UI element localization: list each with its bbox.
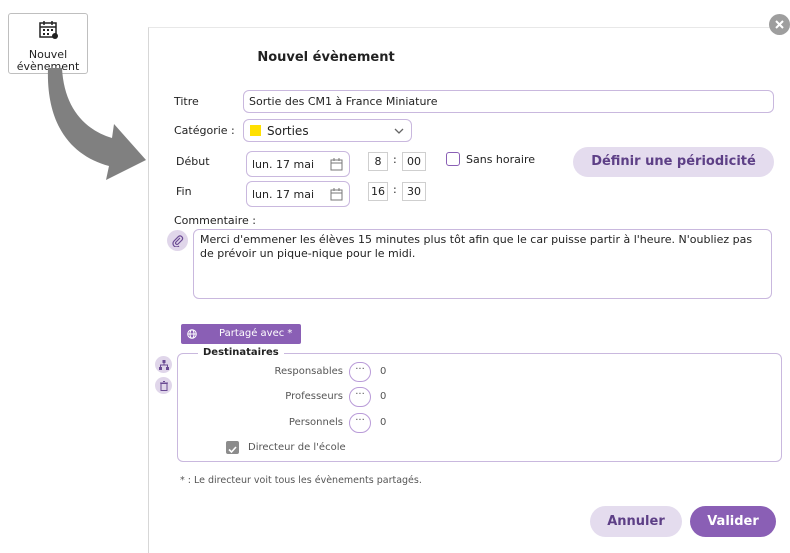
shared-with-button[interactable]: Partagé avec * (181, 324, 301, 344)
chevron-down-icon (394, 128, 404, 134)
responsables-count: 0 (380, 366, 387, 377)
dialog-title: Nouvel évènement (257, 50, 395, 65)
close-icon (775, 20, 784, 29)
recipients-legend: Destinataires (198, 347, 284, 358)
paperclip-icon (171, 234, 183, 247)
personnels-label: Personnels (288, 417, 343, 428)
end-time-separator: : (393, 183, 397, 196)
end-minute-input[interactable]: 30 (402, 182, 426, 201)
cancel-button[interactable]: Annuler (590, 506, 682, 537)
no-time-label: Sans horaire (466, 153, 535, 166)
personnels-select-button[interactable]: ··· (349, 413, 371, 433)
delete-recipients-button[interactable] (155, 377, 172, 394)
title-label: Titre (174, 95, 199, 108)
start-hour-input[interactable]: 8 (368, 152, 388, 171)
director-checkbox[interactable] (226, 441, 239, 454)
responsables-label: Responsables (274, 366, 344, 377)
shared-with-label: Partagé avec * (219, 328, 293, 339)
responsables-select-button[interactable]: ··· (349, 362, 371, 382)
category-value: Sorties (267, 123, 309, 138)
comment-textarea[interactable]: Merci d'emmener les élèves 15 minutes pl… (193, 229, 772, 299)
pointer-arrow-icon (47, 68, 146, 180)
title-input[interactable]: Sortie des CM1 à France Miniature (243, 90, 774, 113)
trash-icon (159, 380, 168, 391)
professeurs-select-button[interactable]: ··· (349, 387, 371, 407)
no-time-checkbox[interactable] (446, 152, 460, 166)
validate-button[interactable]: Valider (690, 506, 776, 537)
globe-icon (187, 329, 197, 339)
comment-value: Merci d'emmener les élèves 15 minutes pl… (200, 233, 753, 260)
footnote: * : Le directeur voit tous les évènement… (180, 475, 422, 486)
recipients-tree-button[interactable] (155, 356, 172, 373)
start-label: Début (176, 155, 210, 168)
end-label: Fin (176, 185, 192, 198)
director-label: Directeur de l'école (248, 442, 346, 453)
category-color-swatch (250, 125, 261, 136)
end-date-value: lun. 17 mai (252, 187, 314, 201)
end-date-input[interactable]: lun. 17 mai (246, 181, 350, 207)
calendar-icon[interactable] (330, 188, 343, 201)
check-icon (228, 446, 237, 454)
calendar-icon[interactable] (330, 158, 343, 171)
define-recurrence-button[interactable]: Définir une périodicité (573, 147, 774, 177)
category-label: Catégorie : (174, 124, 235, 137)
close-dialog-button[interactable] (769, 14, 790, 35)
start-date-input[interactable]: lun. 17 mai (246, 151, 350, 177)
title-value: Sortie des CM1 à France Miniature (249, 95, 438, 108)
professeurs-label: Professeurs (285, 391, 343, 402)
attach-button[interactable] (167, 230, 188, 251)
sitemap-icon (158, 359, 169, 370)
category-select[interactable]: Sorties (243, 119, 412, 142)
personnels-count: 0 (380, 417, 387, 428)
professeurs-count: 0 (380, 391, 387, 402)
start-time-separator: : (393, 153, 397, 166)
end-hour-input[interactable]: 16 (368, 182, 388, 201)
start-date-value: lun. 17 mai (252, 157, 314, 171)
comment-label: Commentaire : (174, 214, 256, 227)
start-minute-input[interactable]: 00 (402, 152, 426, 171)
calendar-add-icon (39, 21, 58, 39)
